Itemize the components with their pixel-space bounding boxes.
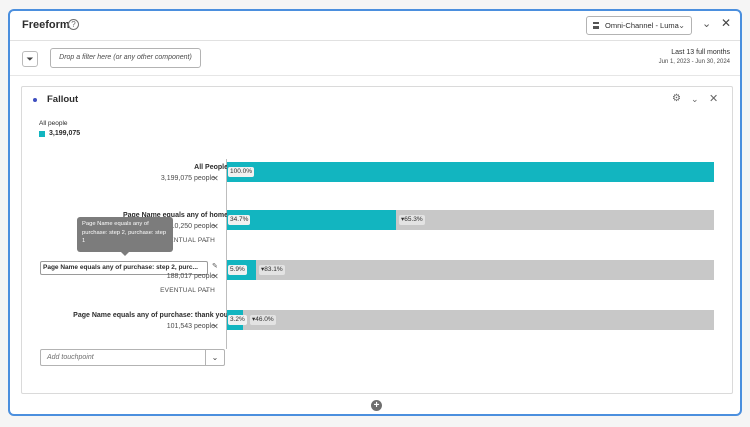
- filter-bar: ⏷ Drop a filter here (or any other compo…: [10, 42, 740, 76]
- add-touchpoint-input[interactable]: Add touchpoint: [47, 350, 94, 365]
- remove-touchpoint-icon[interactable]: ✕: [212, 322, 219, 331]
- fallout-bar[interactable]: 3.2% ▾46.0%: [227, 310, 714, 330]
- fallout-drop-percent: ▾65.3%: [399, 215, 425, 225]
- segment-name: All people: [39, 120, 68, 127]
- date-range-label[interactable]: Last 13 full months: [671, 49, 730, 56]
- touchpoint-count: 3,199,075 people: [160, 175, 215, 182]
- touchpoint-count: 188,017 people: [166, 273, 215, 280]
- date-range-value[interactable]: Jun 1, 2023 - Jun 30, 2024: [659, 59, 730, 65]
- chevron-down-icon[interactable]: ⌄: [203, 286, 209, 294]
- remove-touchpoint-icon[interactable]: ✕: [212, 174, 219, 183]
- page-title: Freeform: [22, 19, 70, 31]
- panel-title[interactable]: Fallout: [47, 94, 78, 105]
- fallout-bar-percent: 100.0%: [228, 167, 255, 177]
- report-suite-label: Omni-Channel - Luma: [605, 21, 679, 30]
- segment-color-swatch: [39, 131, 45, 137]
- chevron-down-icon[interactable]: ⌄: [691, 94, 699, 105]
- panel-header: Freeform ? Omni-Channel - Luma ⌄ ⌄ ✕: [10, 11, 740, 41]
- fallout-bar-percent: 3.2%: [228, 315, 247, 325]
- fallout-bar-fill: [227, 162, 714, 182]
- close-icon[interactable]: ✕: [721, 16, 731, 30]
- fallout-bar[interactable]: 100.0%: [227, 162, 714, 182]
- close-icon[interactable]: ✕: [709, 92, 718, 105]
- segment-count: 3,199,075: [49, 130, 81, 137]
- touchpoint-label[interactable]: All People: [194, 164, 228, 171]
- fallout-bar-fill: [227, 210, 396, 230]
- help-icon[interactable]: ?: [68, 19, 79, 30]
- touchpoint-tooltip: Page Name equals any of purchase: step 2…: [77, 217, 173, 256]
- fallout-bar-percent: 34.7%: [228, 215, 251, 225]
- report-suite-dropdown[interactable]: Omni-Channel - Luma ⌄: [586, 16, 692, 35]
- touchpoint-label[interactable]: Page Name equals any of purchase: thank …: [73, 312, 228, 319]
- pencil-icon[interactable]: ✎: [212, 262, 218, 270]
- panel-status-dot: [33, 98, 37, 102]
- fallout-drop-percent: ▾46.0%: [250, 315, 276, 325]
- filter-drop-zone[interactable]: Drop a filter here (or any other compone…: [50, 48, 201, 68]
- collapse-chevron-icon[interactable]: ⌄: [702, 17, 711, 30]
- freeform-table-frame: Freeform ? Omni-Channel - Luma ⌄ ⌄ ✕ ⏷ D…: [8, 9, 742, 416]
- add-touchpoint-dropdown[interactable]: Add touchpoint ⌄: [40, 349, 225, 366]
- gear-icon[interactable]: ⚙: [672, 93, 681, 104]
- fallout-bar-percent: 5.9%: [228, 265, 247, 275]
- fallout-panel: Fallout ⚙ ⌄ ✕ All people 3,199,075 All P…: [21, 86, 733, 394]
- fallout-bar[interactable]: 5.9% ▾83.1%: [227, 260, 714, 280]
- filter-icon[interactable]: ⏷: [22, 51, 38, 67]
- fallout-drop-percent: ▾83.1%: [259, 265, 285, 275]
- remove-touchpoint-icon[interactable]: ✕: [212, 272, 219, 281]
- fallout-bar[interactable]: 34.7% ▾65.3%: [227, 210, 714, 230]
- chevron-down-icon[interactable]: ⌄: [205, 350, 224, 365]
- remove-touchpoint-icon[interactable]: ✕: [212, 222, 219, 231]
- report-suite-icon: [593, 22, 599, 29]
- touchpoint-count: 101,543 people: [166, 323, 215, 330]
- chevron-down-icon[interactable]: ⌄: [203, 236, 209, 244]
- chevron-down-icon: ⌄: [678, 21, 685, 30]
- add-panel-icon[interactable]: +: [371, 400, 382, 411]
